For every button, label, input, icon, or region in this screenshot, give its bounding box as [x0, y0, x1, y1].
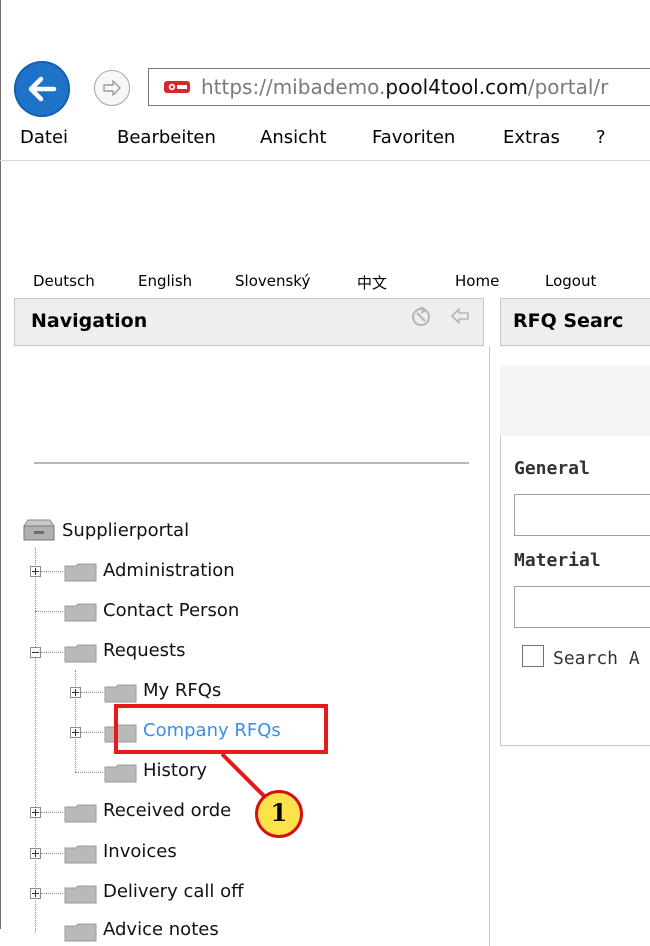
tree-item-history[interactable]: History	[143, 760, 207, 781]
arrow-right-icon	[103, 80, 121, 96]
expand-icon[interactable]	[30, 848, 41, 859]
tree-item-advice-notes[interactable]: Advice notes	[103, 919, 219, 940]
menu-file[interactable]: Datei	[20, 127, 68, 148]
folder-icon	[64, 923, 97, 942]
tree-line	[41, 893, 63, 894]
navigation-separator	[34, 462, 469, 464]
logout-link[interactable]: Logout	[545, 272, 596, 290]
tree-line	[41, 571, 63, 572]
menu-edit[interactable]: Bearbeiten	[117, 127, 216, 148]
tree-item-invoices[interactable]: Invoices	[103, 841, 177, 862]
folder-icon	[64, 845, 97, 864]
menu-favorites[interactable]: Favoriten	[372, 127, 455, 148]
forward-button[interactable]	[94, 70, 130, 106]
general-input[interactable]	[514, 494, 650, 536]
back-button[interactable]	[14, 61, 70, 117]
lang-slovensky[interactable]: Slovenský	[235, 272, 310, 290]
folder-icon	[64, 644, 97, 663]
address-bar[interactable]: https://mibademo.pool4tool.com/portal/r	[148, 68, 650, 106]
tree-item-received-orders[interactable]: Received orde	[103, 800, 231, 821]
folder-icon	[64, 804, 97, 823]
search-all-checkbox[interactable]	[522, 645, 544, 667]
tree-root-supplierportal[interactable]: Supplierportal	[62, 520, 189, 541]
drawer-icon	[23, 519, 55, 541]
tree-line	[75, 670, 76, 772]
tree-line	[41, 812, 63, 813]
tree-line	[35, 548, 36, 933]
highlight-box	[114, 704, 328, 754]
lang-english[interactable]: English	[138, 272, 192, 290]
tree-line	[41, 853, 63, 854]
search-all-label: Search A	[553, 648, 640, 669]
tree-line	[41, 652, 63, 653]
tree-line	[75, 772, 103, 773]
menu-tools[interactable]: Extras	[503, 127, 560, 148]
navigation-title: Navigation	[31, 310, 148, 332]
navigation-header: Navigation	[14, 298, 484, 346]
home-link[interactable]: Home	[455, 272, 499, 290]
tree-item-delivery-call-off[interactable]: Delivery call off	[103, 881, 244, 902]
tree-line	[35, 611, 63, 612]
expand-icon[interactable]	[30, 807, 41, 818]
lang-deutsch[interactable]: Deutsch	[33, 272, 95, 290]
collapse-left-icon[interactable]	[449, 305, 471, 327]
tree-line	[81, 692, 103, 693]
url-text: https://mibademo.pool4tool.com/portal/r	[201, 75, 609, 99]
material-input[interactable]	[514, 586, 650, 628]
expand-icon[interactable]	[70, 687, 81, 698]
rfq-search-header: RFQ Searc	[500, 298, 650, 346]
expand-icon[interactable]	[30, 888, 41, 899]
rfq-search-toolbar	[500, 366, 650, 436]
tree-item-my-rfqs[interactable]: My RFQs	[143, 680, 221, 701]
arrow-left-icon	[28, 76, 57, 102]
menu-view[interactable]: Ansicht	[260, 127, 326, 148]
lang-chinese[interactable]: 中文	[357, 272, 387, 293]
tree-line	[81, 732, 103, 733]
menu-bar: Datei Bearbeiten Ansicht Favoriten Extra…	[0, 120, 650, 161]
callout-badge: 1	[255, 790, 303, 838]
tree-item-requests[interactable]: Requests	[103, 640, 186, 661]
tree-item-administration[interactable]: Administration	[103, 560, 235, 581]
folder-icon	[64, 885, 97, 904]
certificate-error-icon	[164, 81, 190, 93]
refresh-icon[interactable]	[407, 303, 435, 331]
expand-icon[interactable]	[30, 566, 41, 577]
rfq-search-title: RFQ Searc	[513, 310, 624, 332]
collapse-icon[interactable]	[30, 647, 41, 658]
folder-icon	[104, 764, 137, 783]
folder-icon	[64, 603, 97, 622]
folder-icon	[64, 563, 97, 582]
material-label: Material	[514, 550, 601, 571]
general-label: General	[514, 458, 590, 479]
tree-item-contact-person[interactable]: Contact Person	[103, 600, 239, 621]
folder-icon	[104, 684, 137, 703]
expand-icon[interactable]	[70, 727, 81, 738]
menu-help[interactable]: ?	[596, 127, 606, 148]
